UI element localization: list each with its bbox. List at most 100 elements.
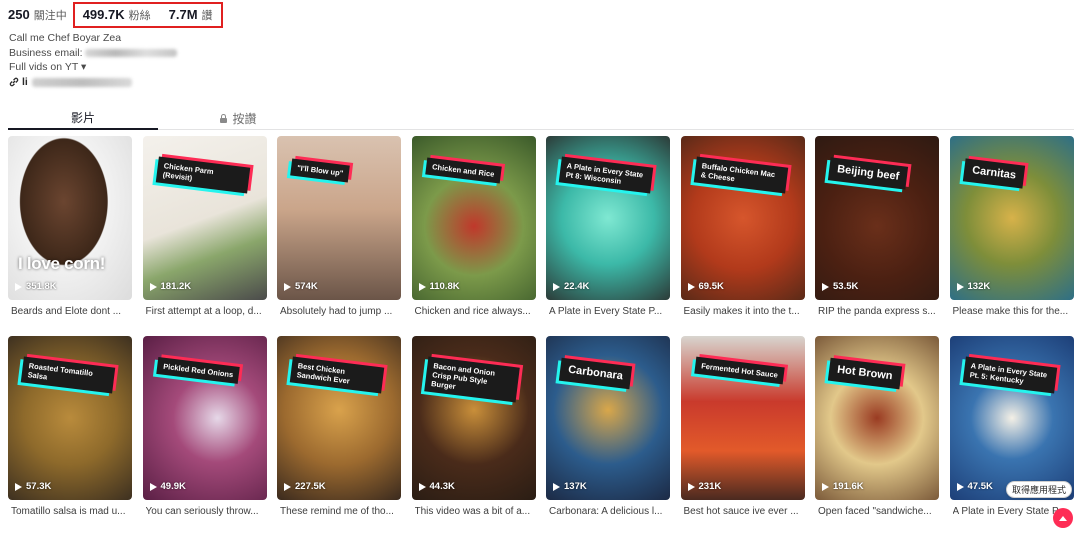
- highlighted-stats-box: 499.7K 粉絲 7.7M 讚: [72, 2, 223, 28]
- video-thumbnail[interactable]: Buffalo Chicken Mac & Cheese 69.5K: [680, 136, 805, 300]
- tab-videos[interactable]: 影片: [8, 106, 158, 130]
- video-card[interactable]: Beijing beef 53.5K RIP the panda express s…: [815, 136, 939, 322]
- video-thumbnail[interactable]: Chicken Parm (Revisit) 181.2K: [142, 136, 267, 300]
- view-count-text: 574K: [295, 281, 318, 292]
- video-caption[interactable]: Absolutely had to jump ...: [280, 306, 400, 317]
- video-caption[interactable]: First attempt at a loop, d...: [146, 306, 266, 317]
- video-card[interactable]: Carnitas 132K Please make this for the...: [949, 136, 1074, 322]
- play-icon: [687, 482, 695, 491]
- view-count-text: 69.5K: [698, 281, 724, 292]
- view-count: 132K: [956, 281, 990, 292]
- video-card[interactable]: "I'll Blow up" 574K Absolutely had to jump…: [277, 136, 401, 322]
- video-thumbnail[interactable]: Beijing beef 53.5K: [815, 136, 939, 300]
- view-count: 137K: [553, 481, 587, 492]
- bio-youtube-text: Full vids on YT: [9, 61, 79, 73]
- video-card[interactable]: Chicken and Rice 110.8K Chicken and rice a…: [411, 136, 536, 322]
- play-icon: [15, 482, 22, 491]
- video-caption[interactable]: You can seriously throw...: [146, 506, 266, 517]
- play-icon: [149, 282, 157, 291]
- video-thumbnail[interactable]: Fermented Hot Sauce 231K: [680, 336, 805, 500]
- view-count: 191.6K: [822, 481, 864, 492]
- following-stat[interactable]: 250 關注中: [8, 7, 67, 23]
- get-app-button[interactable]: 取得應用程式: [1006, 481, 1073, 498]
- thumbnail-overlay-text: I love corn!: [18, 254, 106, 273]
- play-icon: [284, 482, 291, 491]
- video-card[interactable]: Pickled Red Onions 49.9K You can seriously…: [142, 336, 267, 522]
- thumbnail-title-label: Beijing beef: [827, 157, 909, 190]
- video-caption[interactable]: Please make this for the...: [953, 306, 1073, 317]
- play-icon: [956, 482, 964, 491]
- thumbnail-title-label: A Plate in Every State Pt. 5: Kentucky: [962, 356, 1057, 394]
- play-icon: [553, 482, 560, 491]
- scroll-to-top-button[interactable]: [1053, 508, 1073, 528]
- followers-label: 粉絲: [128, 10, 151, 22]
- video-card[interactable]: I love corn! 351.8K Beards and Elote dont …: [8, 136, 132, 322]
- thumbnail-title-label: Bacon and Onion Crisp Pub Style Burger: [423, 356, 520, 403]
- video-thumbnail[interactable]: A Plate in Every State Pt 8: Wisconsin 22…: [546, 136, 670, 300]
- video-card[interactable]: Chicken Parm (Revisit) 181.2K First attemp…: [142, 136, 267, 322]
- lock-icon: [219, 113, 228, 123]
- profile-tabs: 影片 按讚: [8, 106, 1074, 130]
- tab-liked-label: 按讚: [232, 111, 257, 126]
- video-card[interactable]: Carbonara 137K Carbonara: A delicious l...: [546, 336, 670, 522]
- view-count-text: 47.5K: [967, 481, 993, 492]
- profile-link[interactable]: li: [9, 76, 132, 88]
- video-caption[interactable]: This video was a bit of a...: [415, 506, 535, 517]
- video-thumbnail[interactable]: "I'll Blow up" 574K: [277, 136, 401, 300]
- tab-liked[interactable]: 按讚: [208, 106, 268, 130]
- view-count: 49.9K: [149, 481, 186, 492]
- view-count: 44.3K: [418, 481, 455, 492]
- view-count-text: 137K: [564, 481, 587, 492]
- thumbnail-title-label: Carnitas: [962, 158, 1025, 189]
- view-count: 69.5K: [687, 281, 724, 292]
- thumbnail-title-label: Best Chicken Sandwich Ever: [289, 356, 385, 394]
- video-thumbnail[interactable]: Carnitas 132K: [949, 136, 1074, 300]
- link-text: li: [22, 76, 28, 88]
- video-thumbnail[interactable]: Roasted Tomatillo Salsa 57.3K: [8, 336, 132, 500]
- video-card[interactable]: Buffalo Chicken Mac & Cheese 69.5K Easily …: [680, 136, 805, 322]
- view-count-text: 49.9K: [160, 481, 186, 492]
- video-card[interactable]: Fermented Hot Sauce 231K Best hot sauce iv…: [680, 336, 805, 522]
- link-icon: [9, 77, 19, 87]
- video-thumbnail[interactable]: I love corn! 351.8K: [8, 136, 132, 300]
- video-caption[interactable]: Beards and Elote dont ...: [11, 306, 131, 317]
- video-card[interactable]: Best Chicken Sandwich Ever 227.5K These re…: [277, 336, 401, 522]
- view-count: 22.4K: [553, 281, 589, 292]
- video-caption[interactable]: These remind me of tho...: [280, 506, 400, 517]
- play-icon: [15, 282, 22, 291]
- play-icon: [822, 482, 829, 491]
- bio-line-name: Call me Chef Boyar Zea: [9, 32, 122, 44]
- play-icon: [822, 282, 829, 291]
- video-card[interactable]: A Plate in Every State Pt 8: Wisconsin 22…: [546, 136, 670, 322]
- view-count: 110.8K: [418, 281, 460, 292]
- play-icon: [553, 282, 560, 291]
- video-caption[interactable]: Best hot sauce ive ever ...: [684, 506, 804, 517]
- video-thumbnail[interactable]: Pickled Red Onions 49.9K: [142, 336, 267, 500]
- view-count-text: 53.5K: [833, 281, 859, 292]
- thumbnail-title-label: Hot Brown: [827, 357, 902, 390]
- video-caption[interactable]: Tomatillo salsa is mad u...: [11, 506, 131, 517]
- video-thumbnail[interactable]: Carbonara 137K: [546, 336, 670, 500]
- following-count: 250: [8, 7, 30, 22]
- followers-count[interactable]: 499.7K: [83, 7, 125, 22]
- view-count: 227.5K: [284, 481, 326, 492]
- video-caption[interactable]: Easily makes it into the t...: [684, 306, 804, 317]
- video-thumbnail[interactable]: A Plate in Every State Pt. 5: Kentucky 47…: [949, 336, 1074, 500]
- play-icon: [956, 282, 964, 291]
- video-card[interactable]: Hot Brown 191.6K Open faced "sandwiche...: [815, 336, 939, 522]
- view-count-text: 57.3K: [26, 481, 52, 492]
- video-caption[interactable]: Carbonara: A delicious l...: [549, 506, 669, 517]
- video-caption[interactable]: Open faced "sandwiche...: [818, 506, 938, 517]
- bio-line-youtube: Full vids on YT ▾: [9, 60, 177, 75]
- video-caption[interactable]: A Plate in Every State P...: [549, 306, 669, 317]
- video-thumbnail[interactable]: Hot Brown 191.6K: [815, 336, 939, 500]
- video-caption[interactable]: RIP the panda express s...: [818, 306, 938, 317]
- video-thumbnail[interactable]: Bacon and Onion Crisp Pub Style Burger 44…: [411, 336, 536, 500]
- view-count: 351.8K: [15, 281, 57, 292]
- video-thumbnail[interactable]: Best Chicken Sandwich Ever 227.5K: [277, 336, 401, 500]
- video-card[interactable]: Bacon and Onion Crisp Pub Style Burger 44…: [411, 336, 536, 522]
- thumbnail-title-label: Carbonara: [558, 357, 633, 390]
- video-card[interactable]: Roasted Tomatillo Salsa 57.3K Tomatillo sa…: [8, 336, 132, 522]
- video-thumbnail[interactable]: Chicken and Rice 110.8K: [411, 136, 536, 300]
- video-caption[interactable]: Chicken and rice always...: [415, 306, 535, 317]
